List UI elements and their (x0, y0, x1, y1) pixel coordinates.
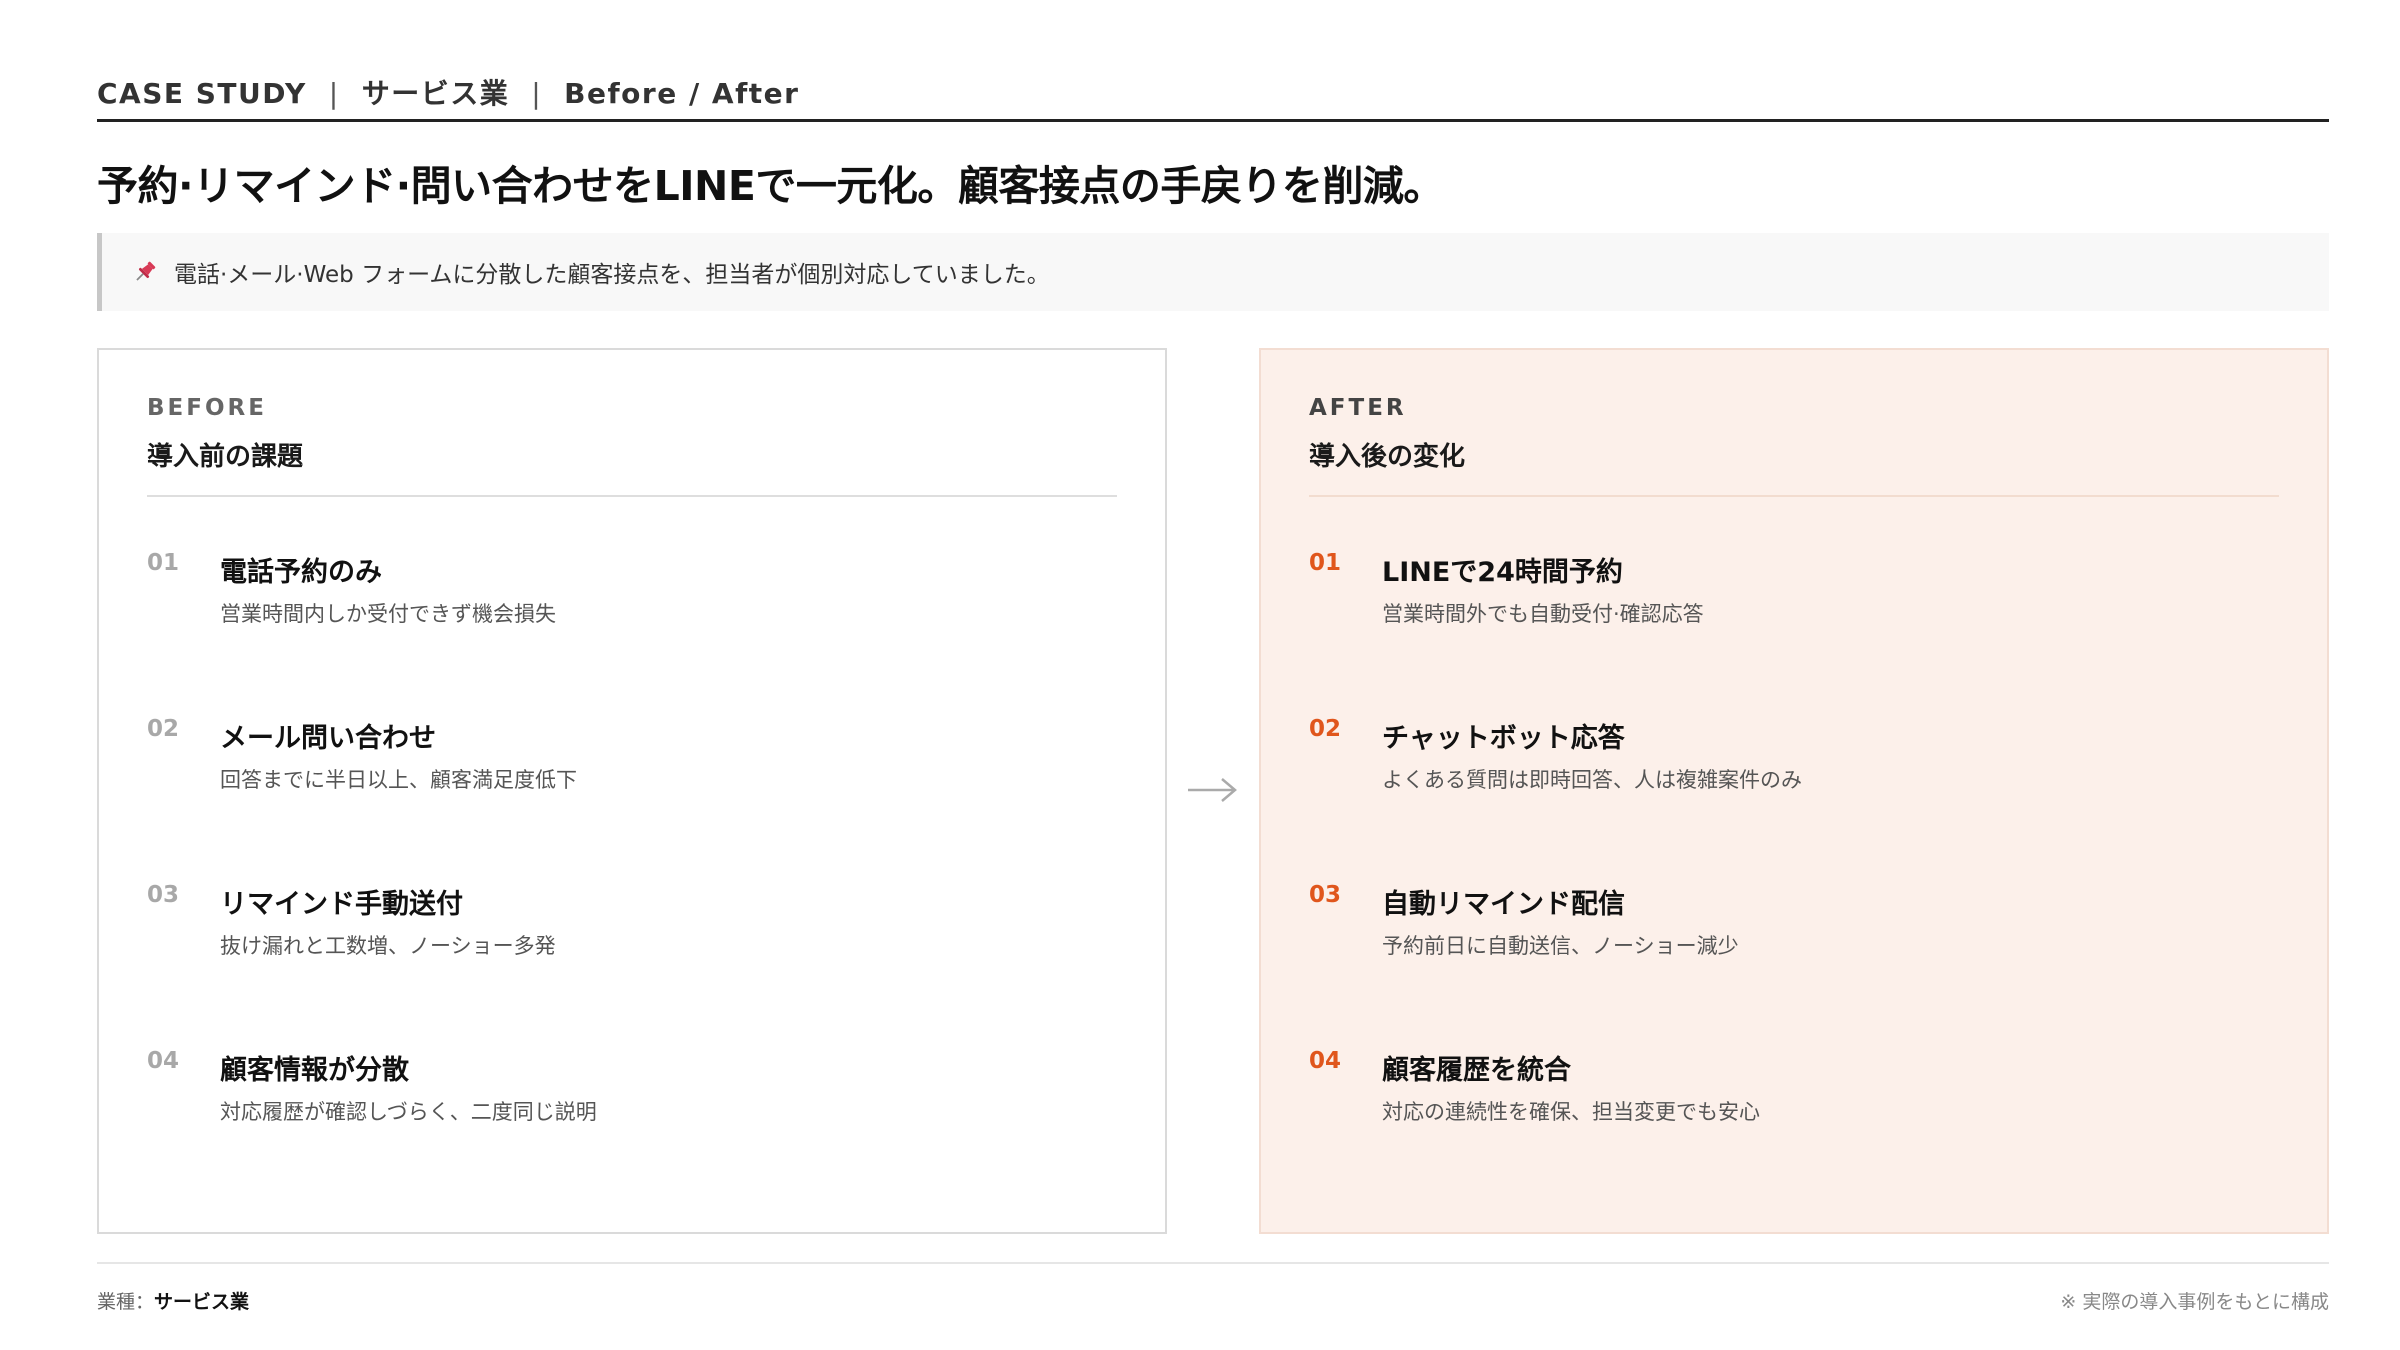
item-description: よくある質問は即時回答、人は複雑案件のみ (1382, 768, 1802, 792)
footer-industry-label: 業種： (97, 1291, 155, 1313)
arrow-right-icon (1188, 778, 1237, 802)
item-title: メール問い合わせ (220, 723, 436, 754)
after-item: 03 自動リマインド配信 予約前日に自動送信、ノーショー減少 (1309, 882, 2279, 1048)
item-description: 回答までに半日以上、顧客満足度低下 (220, 768, 577, 792)
item-number: 02 (147, 716, 180, 742)
before-panel: BEFORE 導入前の課題 01 電話予約のみ 営業時間内しか受付できず機会損失… (97, 348, 1167, 1234)
header-category: CASE STUDY (97, 77, 307, 110)
before-item: 04 顧客情報が分散 対応履歴が確認しづらく、二度同じ説明 (147, 1048, 1117, 1214)
item-title: 自動リマインド配信 (1382, 889, 1625, 920)
footer-divider (97, 1262, 2329, 1264)
after-heading: 導入後の変化 (1309, 442, 1466, 472)
item-number: 01 (147, 550, 180, 576)
after-item: 02 チャットボット応答 よくある質問は即時回答、人は複雑案件のみ (1309, 716, 2279, 882)
after-list: 01 LINEで24時間予約 営業時間外でも自動受付·確認応答 02 チャットボ… (1309, 550, 2279, 1214)
before-heading: 導入前の課題 (147, 442, 304, 472)
after-item: 01 LINEで24時間予約 営業時間外でも自動受付·確認応答 (1309, 550, 2279, 716)
context-note: 電話·メール·Web フォームに分散した顧客接点を、担当者が個別対応していました… (97, 233, 2329, 311)
item-title: 顧客情報が分散 (220, 1055, 409, 1086)
item-description: 抜け漏れと工数増、ノーショー多発 (220, 934, 556, 958)
after-eyebrow: AFTER (1309, 395, 1407, 421)
item-title: チャットボット応答 (1382, 723, 1625, 754)
after-item: 04 顧客履歴を統合 対応の連続性を確保、担当変更でも安心 (1309, 1048, 2279, 1214)
context-note-text: 電話·メール·Web フォームに分散した顧客接点を、担当者が個別対応していました… (174, 262, 1050, 288)
header-industry: サービス業 (361, 77, 510, 110)
item-description: 営業時間外でも自動受付·確認応答 (1382, 602, 1704, 626)
item-description: 対応の連続性を確保、担当変更でも安心 (1382, 1100, 1760, 1124)
item-description: 営業時間内しか受付できず機会損失 (220, 602, 556, 626)
item-title: リマインド手動送付 (220, 889, 463, 920)
after-panel: AFTER 導入後の変化 01 LINEで24時間予約 営業時間外でも自動受付·… (1259, 348, 2329, 1234)
before-item: 01 電話予約のみ 営業時間内しか受付できず機会損失 (147, 550, 1117, 716)
header-breadcrumb: CASE STUDY | サービス業 | Before / After (97, 72, 2329, 112)
before-list: 01 電話予約のみ 営業時間内しか受付できず機会損失 02 メール問い合わせ 回… (147, 550, 1117, 1214)
page-header: CASE STUDY | サービス業 | Before / After (97, 72, 2329, 122)
item-title: 顧客履歴を統合 (1382, 1055, 1571, 1086)
item-number: 02 (1309, 716, 1342, 742)
item-description: 対応履歴が確認しづらく、二度同じ説明 (220, 1100, 597, 1124)
header-separator: | (328, 77, 340, 110)
footer-disclaimer: ※ 実際の導入事例をもとに構成 (2060, 1291, 2329, 1313)
footer-industry-value: サービス業 (154, 1291, 250, 1313)
item-title: LINEで24時間予約 (1382, 557, 1623, 588)
divider (1309, 495, 2279, 497)
header-mode: Before / After (564, 77, 800, 110)
before-item: 02 メール問い合わせ 回答までに半日以上、顧客満足度低下 (147, 716, 1117, 882)
item-number: 04 (147, 1048, 180, 1074)
before-eyebrow: BEFORE (147, 395, 267, 421)
item-number: 01 (1309, 550, 1342, 576)
header-separator: | (531, 77, 543, 110)
footer-industry: 業種：サービス業 (97, 1287, 249, 1314)
page-title: 予約·リマインド·問い合わせをLINEで一元化。顧客接点の手戻りを削減。 (97, 162, 1444, 210)
item-number: 03 (1309, 882, 1342, 908)
item-description: 予約前日に自動送信、ノーショー減少 (1382, 934, 1739, 958)
item-title: 電話予約のみ (220, 557, 382, 588)
item-number: 04 (1309, 1048, 1342, 1074)
pushpin-icon (136, 261, 156, 281)
before-item: 03 リマインド手動送付 抜け漏れと工数増、ノーショー多発 (147, 882, 1117, 1048)
item-number: 03 (147, 882, 180, 908)
divider (147, 495, 1117, 497)
